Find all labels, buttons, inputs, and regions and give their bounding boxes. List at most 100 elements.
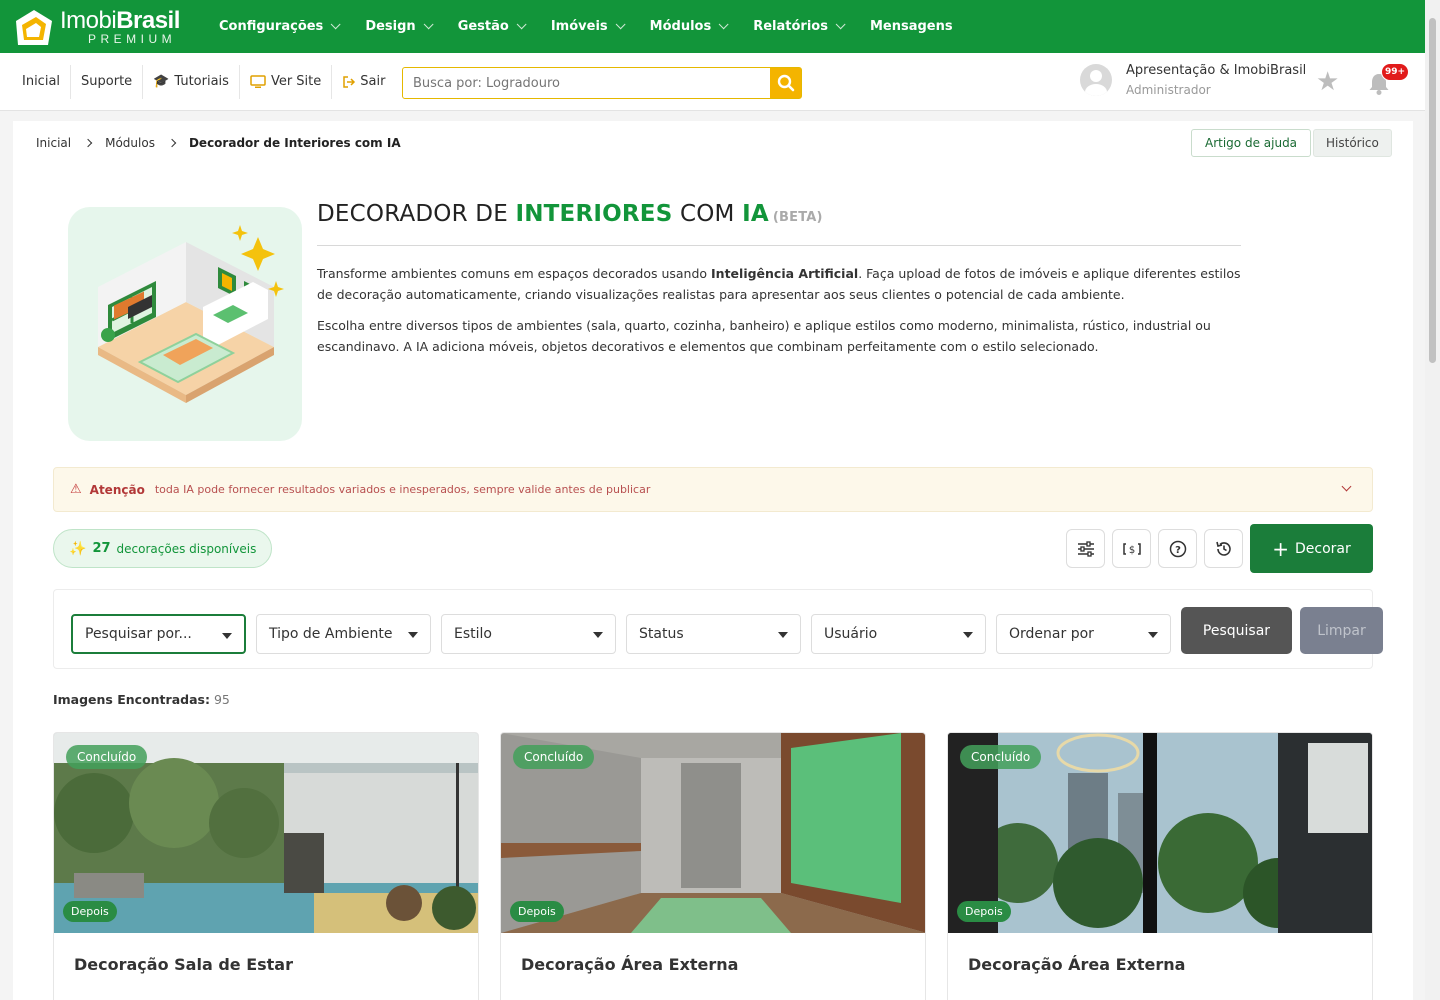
after-badge: Depois	[957, 901, 1011, 922]
menu-configuracoes[interactable]: Configurações	[219, 19, 341, 34]
filters-bar: Pesquisar por... Tipo de Ambiente Estilo…	[53, 589, 1383, 669]
link-sair[interactable]: Sair	[332, 65, 395, 99]
history-log-button[interactable]	[1204, 529, 1243, 568]
user-menu[interactable]: Apresentação & ImobiBrasil Administrador	[1080, 63, 1306, 97]
sparkles-icon: ✨	[69, 540, 87, 557]
caret-down-icon	[1148, 632, 1158, 638]
menu-imoveis[interactable]: Imóveis	[551, 19, 626, 34]
logo-house-icon	[12, 7, 56, 47]
menu-relatorios[interactable]: Relatórios	[753, 19, 846, 34]
decoration-card[interactable]: Concluído Depois Decoração Sala de Estar	[53, 732, 479, 1000]
breadcrumb-modules[interactable]: Módulos	[105, 136, 155, 150]
warning-triangle-icon: ⚠	[70, 482, 82, 497]
menu-label: Relatórios	[753, 19, 828, 34]
menu-mensagens[interactable]: Mensagens	[870, 19, 953, 34]
page-title: DECORADOR DE INTERIORES COM IA (BETA)	[317, 201, 823, 227]
decoration-photo: Concluído Depois	[948, 733, 1372, 933]
after-badge: Depois	[510, 901, 564, 922]
decoration-photo: Concluído Depois	[501, 733, 925, 933]
link-label: Suporte	[81, 74, 133, 89]
sliders-icon	[1077, 540, 1094, 557]
history-icon	[1215, 541, 1231, 556]
order-by-select[interactable]: Ordenar por	[996, 614, 1171, 654]
avatar	[1080, 64, 1112, 96]
menu-label: Módulos	[649, 19, 712, 34]
credits-label: decorações disponíveis	[116, 541, 257, 556]
style-select[interactable]: Estilo	[441, 614, 616, 654]
link-ver-site[interactable]: Ver Site	[240, 64, 333, 99]
user-role: Administrador	[1126, 83, 1211, 97]
beta-label: (BETA)	[772, 210, 823, 225]
search-icon	[777, 74, 794, 92]
caret-down-icon	[408, 632, 418, 638]
user-select[interactable]: Usuário	[811, 614, 986, 654]
caret-down-icon	[778, 632, 788, 638]
logout-icon	[343, 75, 356, 88]
caret-down-icon	[593, 632, 603, 638]
history-button[interactable]: Histórico	[1313, 129, 1392, 157]
search-button[interactable]	[770, 68, 801, 98]
link-suporte[interactable]: Suporte	[71, 64, 144, 99]
menu-label: Design	[365, 19, 416, 34]
caret-down-icon	[963, 632, 973, 638]
select-value: Pesquisar por...	[85, 626, 192, 642]
chevron-down-icon	[615, 19, 626, 30]
plus-icon: +	[1272, 536, 1289, 561]
credits-button[interactable]: $	[1112, 529, 1151, 568]
room-type-select[interactable]: Tipo de Ambiente	[256, 614, 431, 654]
link-tutoriais[interactable]: 🎓 Tutoriais	[143, 64, 240, 99]
link-label: Ver Site	[270, 74, 322, 89]
link-inicial[interactable]: Inicial	[12, 64, 72, 99]
search-input[interactable]	[403, 68, 770, 98]
filters-settings-button[interactable]	[1066, 529, 1105, 568]
scrollbar-thumb[interactable]	[1429, 18, 1436, 363]
results-label: Imagens Encontradas:	[53, 692, 210, 707]
select-value: Usuário	[824, 626, 878, 642]
help-button[interactable]: ?	[1158, 529, 1197, 568]
select-value: Tipo de Ambiente	[269, 626, 393, 642]
select-value: Status	[639, 626, 684, 642]
status-badge: Concluído	[513, 745, 595, 769]
desc-bold: Inteligência Artificial	[711, 266, 859, 281]
desc-text: Transforme ambientes comuns em espaços d…	[317, 266, 712, 281]
coin-exchange-icon: $	[1122, 542, 1141, 556]
decorate-button[interactable]: + Decorar	[1250, 524, 1373, 573]
status-select[interactable]: Status	[626, 614, 801, 654]
breadcrumb-home[interactable]: Inicial	[36, 136, 71, 150]
svg-text:$: $	[1128, 545, 1134, 556]
page-scrollbar[interactable]	[1425, 0, 1440, 1000]
menu-gestao[interactable]: Gestão	[458, 19, 527, 34]
top-navbar: ImobiBrasil PREMIUM Configurações Design…	[0, 0, 1425, 53]
main-panel: Inicial Módulos Decorador de Interiores …	[13, 121, 1413, 1000]
menu-design[interactable]: Design	[365, 19, 434, 34]
results-count: Imagens Encontradas: 95	[53, 692, 230, 707]
imobibrasil-logo[interactable]: ImobiBrasil PREMIUM	[12, 0, 202, 53]
attention-alert[interactable]: ⚠ Atenção toda IA pode fornecer resultad…	[53, 467, 1373, 512]
chevron-down-icon	[516, 19, 527, 30]
search-by-select[interactable]: Pesquisar por...	[71, 614, 246, 654]
question-circle-icon: ?	[1169, 540, 1186, 557]
menu-modulos[interactable]: Módulos	[649, 19, 729, 34]
select-value: Ordenar por	[1009, 626, 1094, 642]
graduation-cap-icon: 🎓	[153, 74, 170, 89]
help-article-button[interactable]: Artigo de ajuda	[1191, 129, 1312, 157]
results-number: 95	[213, 692, 230, 707]
chevron-down-icon	[1341, 481, 1352, 492]
status-badge: Concluído	[960, 745, 1042, 769]
decorate-label: Decorar	[1295, 540, 1351, 557]
decoration-card[interactable]: Concluído Depois Decoração Área Externa	[947, 732, 1373, 1000]
link-label: Tutoriais	[174, 74, 229, 89]
logo-name-bold: Brasil	[116, 6, 180, 34]
menu-label: Configurações	[219, 19, 324, 34]
logo-tagline: PREMIUM	[88, 31, 177, 46]
card-title: Decoração Área Externa	[968, 955, 1186, 974]
chevron-right-icon	[83, 138, 93, 148]
chevron-down-icon	[835, 19, 846, 30]
search-submit-button[interactable]: Pesquisar	[1181, 607, 1292, 654]
decoration-photo: Concluído Depois	[54, 733, 478, 933]
chevron-down-icon	[718, 19, 729, 30]
star-icon[interactable]: ★	[1316, 69, 1339, 95]
user-name: Apresentação & ImobiBrasil	[1126, 63, 1307, 78]
decoration-card[interactable]: Concluído Depois Decoração Área Externa	[500, 732, 926, 1000]
clear-filters-button[interactable]: Limpar	[1300, 607, 1383, 654]
